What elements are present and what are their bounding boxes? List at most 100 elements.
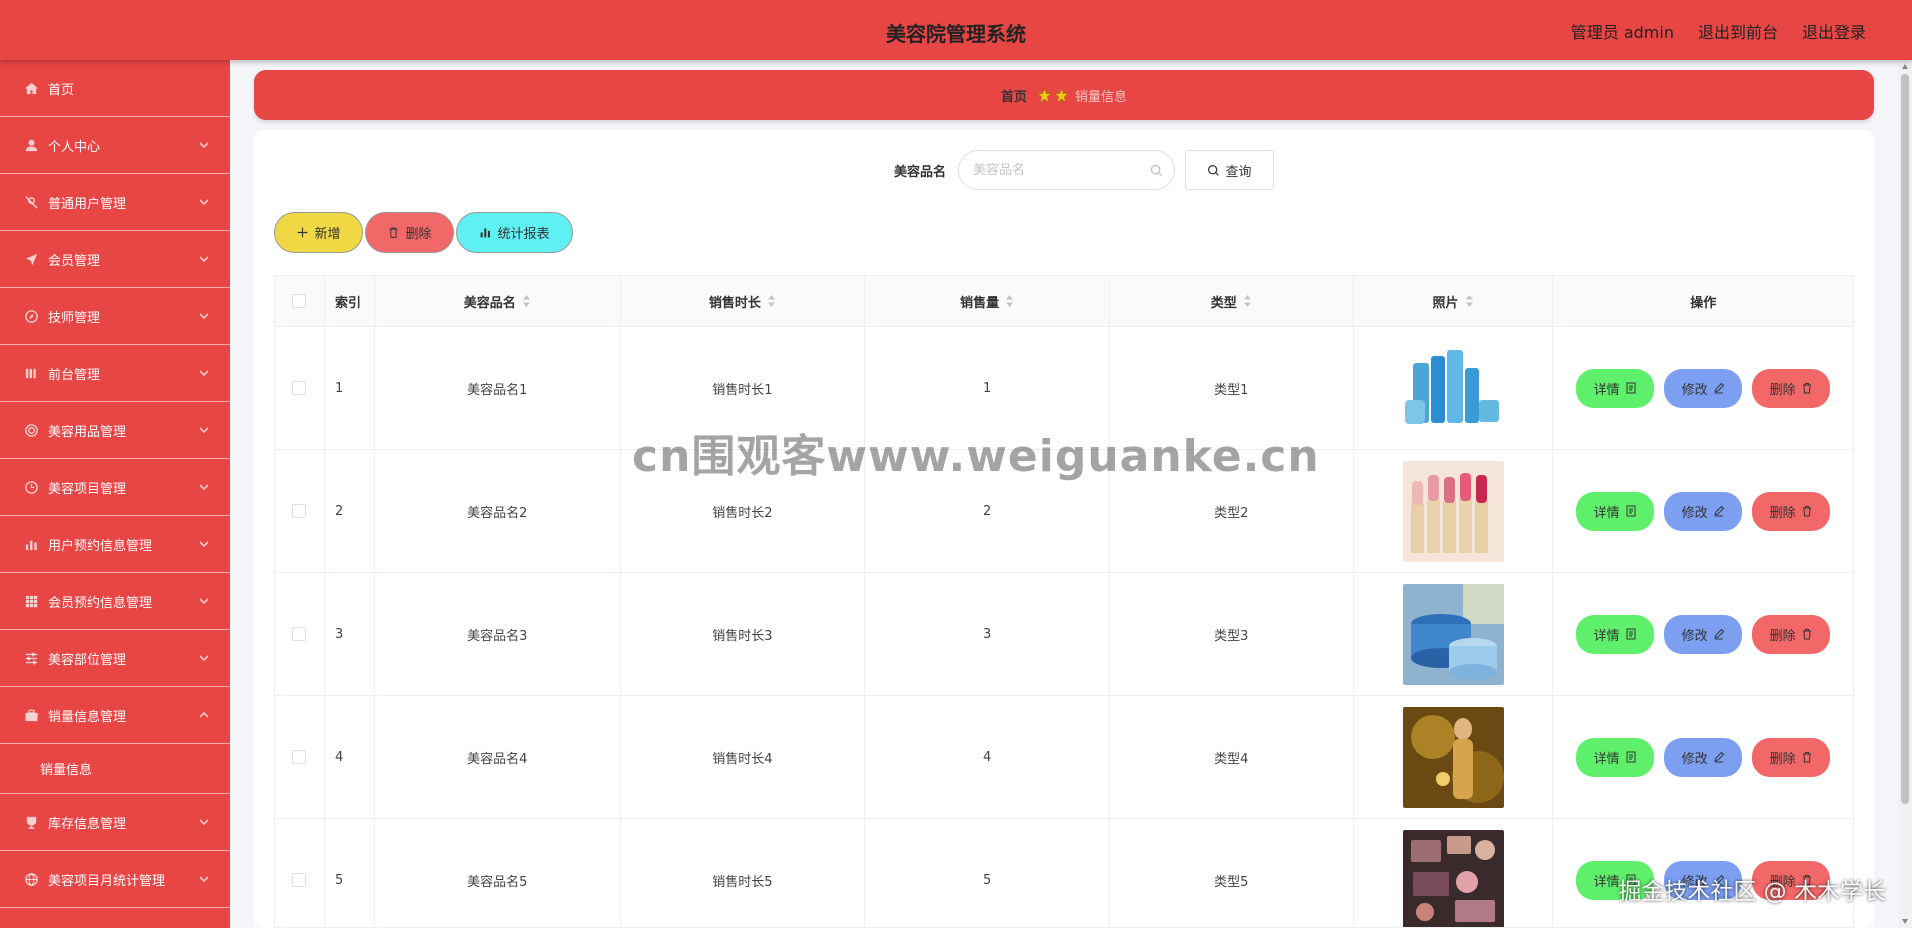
sidebar-subitem-sales-info[interactable]: 销量信息 — [0, 744, 230, 794]
chevron-down-icon — [198, 424, 210, 436]
search-icon — [1208, 164, 1220, 176]
product-photo[interactable] — [1402, 583, 1504, 685]
detail-button[interactable]: 详情 — [1576, 614, 1655, 654]
header-photo[interactable]: 照片 — [1354, 276, 1554, 326]
sort-icon[interactable] — [767, 294, 776, 308]
delete-button[interactable]: 删除 — [1752, 737, 1831, 777]
detail-button[interactable]: 详情 — [1576, 860, 1655, 900]
document-icon — [1626, 874, 1636, 886]
sort-icon[interactable] — [1465, 294, 1474, 308]
search-button[interactable]: 查询 — [1185, 150, 1274, 190]
select-all-checkbox[interactable] — [292, 294, 307, 308]
admin-label[interactable]: 管理员 admin — [1571, 19, 1674, 43]
product-photo[interactable] — [1402, 829, 1504, 927]
row-ops: 详情 修改 删除 — [1553, 819, 1853, 927]
detail-button[interactable]: 详情 — [1576, 737, 1655, 777]
sidebar-item-member-appointments[interactable]: 会员预约信息管理 — [0, 573, 230, 630]
header-quantity[interactable]: 销售量 — [865, 276, 1110, 326]
scrollbar-thumb[interactable] — [1901, 74, 1909, 804]
action-toolbar: 新增 删除 统计报表 — [274, 212, 573, 253]
sidebar-item-members[interactable]: 会员管理 — [0, 231, 230, 288]
product-photo[interactable] — [1402, 460, 1504, 562]
row-type: 类型2 — [1110, 450, 1354, 572]
sidebar-item-inventory[interactable]: 库存信息管理 — [0, 794, 230, 851]
row-photo-cell — [1354, 819, 1554, 927]
row-photo-cell — [1354, 573, 1554, 695]
edit-button[interactable]: 修改 — [1664, 368, 1743, 408]
detail-label: 详情 — [1593, 628, 1620, 644]
page-scrollbar[interactable] — [1898, 60, 1912, 928]
sidebar-item-normal-users[interactable]: 普通用户管理 — [0, 174, 230, 231]
briefcase-icon — [23, 707, 39, 723]
cup-icon — [23, 814, 39, 830]
scroll-down-icon[interactable] — [1901, 917, 1909, 925]
delete-label: 删除 — [1769, 382, 1796, 398]
product-photo[interactable] — [1402, 337, 1504, 439]
document-icon — [1626, 505, 1636, 517]
row-checkbox[interactable] — [292, 627, 307, 641]
row-checkbox[interactable] — [292, 504, 307, 518]
header-quantity-label: 销售量 — [960, 295, 1000, 311]
star-separator-icon — [1037, 87, 1069, 103]
row-checkbox[interactable] — [292, 750, 307, 764]
sidebar-item-beauty-projects[interactable]: 美容项目管理 — [0, 459, 230, 516]
chevron-down-icon — [198, 367, 210, 379]
edit-button[interactable]: 修改 — [1664, 491, 1743, 531]
detail-label: 详情 — [1593, 751, 1620, 767]
edit-button[interactable]: 修改 — [1664, 614, 1743, 654]
scroll-up-icon[interactable] — [1901, 63, 1909, 71]
to-front-link[interactable]: 退出到前台 — [1698, 19, 1778, 43]
document-icon — [1626, 751, 1636, 763]
row-checkbox[interactable] — [292, 873, 307, 887]
search-input[interactable] — [959, 151, 1139, 189]
delete-button[interactable]: 删除 — [1752, 368, 1831, 408]
row-checkbox-cell — [275, 327, 325, 449]
document-icon — [1626, 382, 1636, 394]
sidebar-item-home[interactable]: 首页 — [0, 60, 230, 117]
delete-label: 删除 — [1769, 751, 1796, 767]
header-name[interactable]: 美容品名 — [375, 276, 621, 326]
chevron-down-icon — [198, 816, 210, 828]
sidebar-item-user-appointments[interactable]: 用户预约信息管理 — [0, 516, 230, 573]
sidebar-item-label: 会员预约信息管理 — [48, 595, 153, 611]
main-panel: 美容品名 查询 新增 删除 统计报表 索引 美容品名 — [254, 130, 1874, 928]
edit-button[interactable]: 修改 — [1664, 860, 1743, 900]
product-photo[interactable] — [1402, 706, 1504, 808]
sort-icon[interactable] — [1005, 294, 1014, 308]
sort-icon[interactable] — [522, 294, 531, 308]
edit-button[interactable]: 修改 — [1664, 737, 1743, 777]
row-ops: 详情 修改 删除 — [1553, 696, 1853, 818]
delete-button[interactable]: 删除 — [1752, 491, 1831, 531]
table-row: 4 美容品名4 销售时长4 4 类型4 详情 修改 删除 — [275, 696, 1853, 819]
table-row: 3 美容品名3 销售时长3 3 类型3 详情 修改 删除 — [275, 573, 1853, 696]
row-checkbox[interactable] — [292, 381, 307, 395]
delete-button[interactable]: 删除 — [1752, 860, 1831, 900]
sidebar-item-front-desk[interactable]: 前台管理 — [0, 345, 230, 402]
sidebar-item-monthly-stats[interactable]: 美容项目月统计管理 — [0, 851, 230, 908]
add-button[interactable]: 新增 — [274, 212, 363, 253]
header-type-label: 类型 — [1210, 295, 1237, 311]
chevron-down-icon — [198, 310, 210, 322]
sort-icon[interactable] — [1243, 294, 1252, 308]
batch-delete-label: 删除 — [405, 227, 432, 242]
logout-link[interactable]: 退出登录 — [1802, 19, 1866, 43]
header-type[interactable]: 类型 — [1110, 276, 1354, 326]
chevron-down-icon — [198, 652, 210, 664]
breadcrumb-home[interactable]: 首页 — [1001, 86, 1027, 105]
add-button-label: 新增 — [314, 227, 341, 242]
sidebar-subitem-label: 销量信息 — [40, 763, 93, 778]
report-button[interactable]: 统计报表 — [456, 212, 573, 253]
detail-button[interactable]: 详情 — [1576, 491, 1655, 531]
batch-delete-button[interactable]: 删除 — [365, 212, 454, 253]
delete-button[interactable]: 删除 — [1752, 614, 1831, 654]
sidebar-item-beauty-parts[interactable]: 美容部位管理 — [0, 630, 230, 687]
row-index: 2 — [325, 450, 375, 572]
sidebar-item-personal-center[interactable]: 个人中心 — [0, 117, 230, 174]
chevron-down-icon — [198, 873, 210, 885]
detail-button[interactable]: 详情 — [1576, 368, 1655, 408]
sidebar-item-sales-info[interactable]: 销量信息管理 — [0, 687, 230, 744]
sidebar-item-technicians[interactable]: 技师管理 — [0, 288, 230, 345]
sidebar-item-beauty-supplies[interactable]: 美容用品管理 — [0, 402, 230, 459]
header-duration[interactable]: 销售时长 — [621, 276, 866, 326]
target-icon — [23, 422, 39, 438]
